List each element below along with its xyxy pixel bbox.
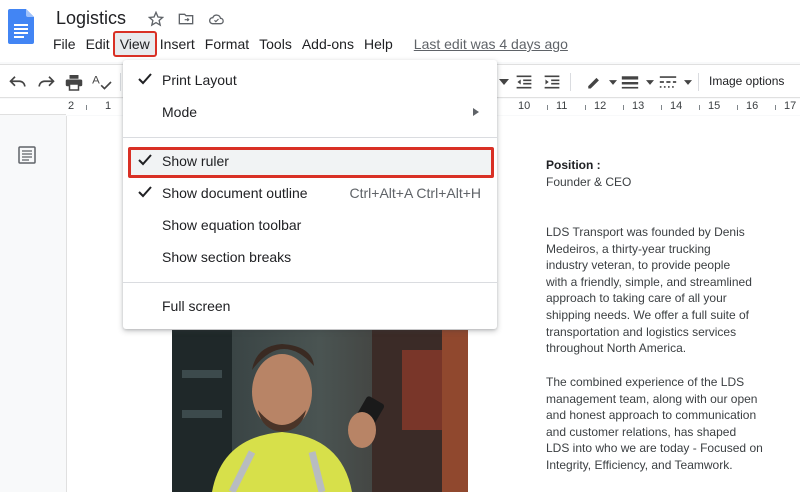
menu-separator bbox=[123, 137, 497, 138]
paragraph-line: LDS Transport was founded by Denis bbox=[546, 225, 745, 239]
checkmark-icon bbox=[138, 154, 152, 166]
worker-photo[interactable] bbox=[172, 330, 468, 492]
left-gutter bbox=[0, 116, 67, 492]
docs-logo-icon[interactable] bbox=[8, 9, 34, 44]
menu-addons[interactable]: Add-ons bbox=[297, 33, 359, 55]
undo-icon[interactable] bbox=[8, 72, 28, 92]
paragraph-line: transportation and logistics services bbox=[546, 324, 737, 339]
checkmark-icon bbox=[138, 186, 152, 198]
dropdown-arrow-icon[interactable] bbox=[494, 72, 514, 92]
position-label: Position : bbox=[546, 158, 601, 172]
spellcheck-icon[interactable]: A bbox=[92, 72, 112, 92]
ruler-tick bbox=[661, 105, 662, 110]
toolbar-separator bbox=[120, 73, 121, 91]
menu-item-show-ruler[interactable]: Show ruler bbox=[123, 147, 497, 175]
paragraph-line: Integrity, Efficiency, and Teamwork. bbox=[546, 457, 733, 472]
ruler-number: 12 bbox=[594, 100, 607, 112]
menu-help[interactable]: Help bbox=[359, 33, 398, 55]
paragraph-line: Medeiros, a thirty-year trucking bbox=[546, 241, 711, 256]
ruler-number: 1 bbox=[105, 100, 112, 112]
dropdown-arrow-icon[interactable] bbox=[640, 72, 660, 92]
menu-item-print-layout[interactable]: Print Layout bbox=[123, 66, 497, 94]
menu-view[interactable]: View bbox=[112, 31, 157, 57]
paragraph-line: throughout North America. bbox=[546, 341, 687, 356]
menu-item-label: Show equation toolbar bbox=[162, 217, 302, 233]
menu-item-label: Show section breaks bbox=[162, 249, 292, 265]
paragraph-line: management team, along with our open bbox=[546, 391, 758, 406]
ruler-number: 2 bbox=[68, 100, 75, 112]
menu-item-show-equation-toolbar[interactable]: Show equation toolbar bbox=[123, 211, 497, 239]
ruler-number: 16 bbox=[746, 100, 759, 112]
paragraph-line: and honest approach to communication bbox=[546, 408, 757, 423]
submenu-arrow-icon bbox=[473, 108, 479, 116]
ruler-number: 14 bbox=[670, 100, 683, 112]
ruler-number: 13 bbox=[632, 100, 645, 112]
border-weight-icon[interactable] bbox=[620, 72, 640, 92]
paragraph-line: industry veteran, to provide people bbox=[546, 258, 731, 273]
svg-text:A: A bbox=[92, 75, 100, 87]
menu-separator bbox=[123, 282, 497, 283]
ruler-tick bbox=[699, 105, 700, 110]
toolbar-separator bbox=[570, 73, 571, 91]
paragraph-line: and customer relations, has shaped bbox=[546, 424, 737, 439]
menu-item-label: Full screen bbox=[162, 298, 231, 314]
dropdown-arrow-icon[interactable] bbox=[678, 72, 698, 92]
paragraph-line: approach to taking care of all your bbox=[546, 291, 727, 306]
checkmark-icon bbox=[138, 73, 152, 85]
redo-icon[interactable] bbox=[36, 72, 56, 92]
menu-item-label: Show document outline bbox=[162, 185, 308, 201]
increase-indent-icon[interactable] bbox=[542, 72, 562, 92]
title-icons bbox=[146, 9, 226, 29]
ruler-number: 10 bbox=[518, 100, 531, 112]
ruler-tick bbox=[585, 105, 586, 110]
print-icon[interactable] bbox=[64, 72, 84, 92]
ruler-number: 15 bbox=[708, 100, 721, 112]
menu-bar: File Edit View Insert Format Tools Add-o… bbox=[48, 31, 568, 57]
border-color-icon[interactable] bbox=[584, 72, 604, 92]
cloud-status-icon[interactable] bbox=[206, 9, 226, 29]
view-menu-dropdown: Print Layout Mode Show ruler Show docume… bbox=[123, 60, 497, 329]
ruler-tick bbox=[547, 105, 548, 110]
document-outline-icon[interactable] bbox=[18, 146, 36, 164]
menu-item-label: Mode bbox=[162, 104, 198, 120]
move-to-folder-icon[interactable] bbox=[176, 9, 196, 29]
last-edit-link[interactable]: Last edit was 4 days ago bbox=[414, 36, 568, 52]
about-paragraph-1: LDS Transport was founded by Denis Medei… bbox=[546, 224, 752, 357]
toolbar-separator bbox=[698, 73, 699, 91]
ruler-number: 11 bbox=[556, 100, 568, 112]
decrease-indent-icon[interactable] bbox=[514, 72, 534, 92]
menu-format[interactable]: Format bbox=[200, 33, 254, 55]
ruler-tick bbox=[775, 105, 776, 110]
ruler-tick bbox=[623, 105, 624, 110]
menu-edit[interactable]: Edit bbox=[81, 33, 115, 55]
ruler-tick bbox=[737, 105, 738, 110]
ruler-number: 17 bbox=[784, 100, 797, 112]
ruler-tick bbox=[86, 105, 87, 110]
document-title[interactable]: Logistics bbox=[56, 8, 126, 29]
menu-item-shortcut: Ctrl+Alt+A Ctrl+Alt+H bbox=[349, 185, 482, 201]
position-value: Founder & CEO bbox=[546, 175, 632, 189]
menu-item-mode[interactable]: Mode bbox=[123, 98, 497, 126]
menu-tools[interactable]: Tools bbox=[254, 33, 297, 55]
image-options-button[interactable]: Image options bbox=[709, 74, 784, 88]
star-icon[interactable] bbox=[146, 9, 166, 29]
border-dash-icon[interactable] bbox=[658, 72, 678, 92]
paragraph-line: shipping needs. We offer a full suite of bbox=[546, 307, 750, 322]
paragraph-line: LDS into who we are today - Focused on bbox=[546, 441, 763, 456]
menu-item-show-document-outline[interactable]: Show document outline Ctrl+Alt+A Ctrl+Al… bbox=[123, 179, 497, 207]
google-docs-window: Logistics File Edit View Insert Format T… bbox=[0, 0, 800, 492]
menu-item-label: Show ruler bbox=[162, 153, 229, 169]
paragraph-line: with a friendly, simple, and streamlined bbox=[546, 274, 752, 289]
menu-item-full-screen[interactable]: Full screen bbox=[123, 292, 497, 320]
about-paragraph-2: The combined experience of the LDS manag… bbox=[546, 374, 778, 474]
menu-file[interactable]: File bbox=[48, 33, 81, 55]
header: Logistics File Edit View Insert Format T… bbox=[0, 0, 800, 62]
menu-item-show-section-breaks[interactable]: Show section breaks bbox=[123, 243, 497, 271]
menu-insert[interactable]: Insert bbox=[155, 33, 200, 55]
menu-item-label: Print Layout bbox=[162, 72, 237, 88]
paragraph-line: The combined experience of the LDS bbox=[546, 375, 745, 389]
